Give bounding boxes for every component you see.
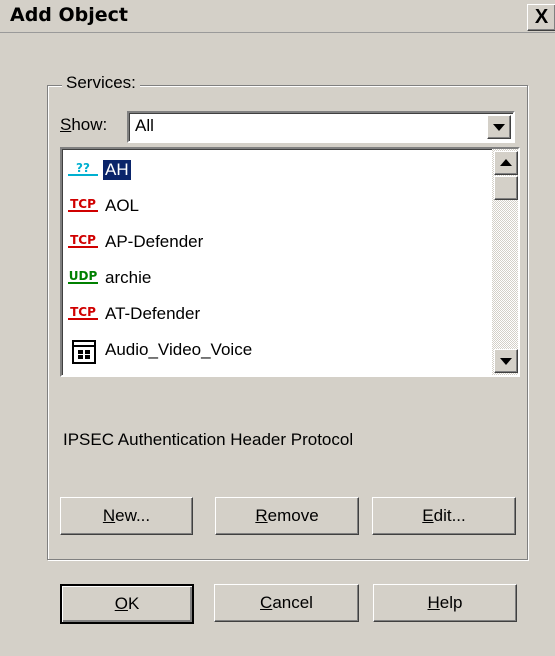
edit-button[interactable]: Edit... (372, 497, 516, 535)
services-list[interactable]: ?? AH TCP AOL TCP AP-Defender UDP archie… (60, 147, 520, 377)
dialog-title: Add Object (10, 4, 129, 26)
services-group-label: Services: (62, 73, 140, 93)
scroll-down-button[interactable] (494, 349, 518, 373)
service-description: IPSEC Authentication Header Protocol (63, 430, 354, 449)
ok-button-label: K (127, 594, 140, 613)
new-button-label: ew... (115, 506, 151, 525)
cancel-button-label: ancel (272, 593, 313, 612)
edit-button-label: dit... (433, 506, 466, 525)
list-item-label: Audio_Video_Voice (105, 340, 253, 359)
list-item[interactable]: TCP AOL (68, 192, 478, 222)
list-item[interactable]: ?? AH (68, 156, 478, 186)
title-bar: Add Object X (0, 0, 555, 33)
help-button-mnemonic: H (427, 593, 440, 612)
ok-button-mnemonic: O (114, 594, 128, 613)
close-button[interactable]: X (527, 4, 555, 31)
list-item-label: archie (105, 268, 152, 287)
list-item-label: AH (103, 160, 131, 180)
list-scrollbar[interactable] (492, 149, 518, 375)
list-item[interactable]: UDP archie (68, 264, 478, 294)
chevron-down-icon (493, 124, 505, 131)
new-button[interactable]: New... (60, 497, 193, 535)
show-dropdown[interactable]: All (127, 111, 515, 143)
add-object-dialog: Add Object X Services: Show: All ?? AH T… (0, 0, 555, 656)
scroll-thumb[interactable] (494, 176, 518, 200)
new-button-mnemonic: N (102, 506, 116, 525)
show-label: Show: (60, 115, 107, 135)
arrow-down-icon (500, 358, 512, 365)
scroll-up-button[interactable] (494, 151, 518, 175)
list-item[interactable]: TCP AT-Defender (68, 300, 478, 330)
list-item-label: AP-Defender (105, 232, 204, 251)
cancel-button-mnemonic: C (260, 593, 273, 612)
help-button[interactable]: Help (373, 584, 517, 622)
arrow-up-icon (500, 159, 512, 166)
list-item-label: AOL (105, 196, 140, 215)
show-dropdown-button[interactable] (487, 115, 511, 139)
udp-protocol-icon: UDP (68, 269, 98, 284)
ok-button[interactable]: OK (60, 584, 194, 624)
list-item[interactable]: Audio_Video_Voice (68, 336, 478, 366)
show-label-rest: how: (71, 115, 108, 134)
remove-button-label: emove (267, 506, 319, 525)
show-dropdown-value: All (135, 116, 154, 135)
tcp-protocol-icon: TCP (68, 306, 98, 320)
unknown-protocol-icon: ?? (68, 162, 98, 176)
close-icon: X (534, 6, 549, 28)
tcp-protocol-icon: TCP (68, 234, 98, 248)
edit-button-mnemonic: E (422, 506, 434, 525)
remove-button-mnemonic: R (255, 506, 268, 525)
show-label-mnemonic: S (60, 115, 72, 134)
list-item[interactable]: TCP AP-Defender (68, 228, 478, 258)
tcp-protocol-icon: TCP (68, 198, 98, 212)
help-button-label: elp (439, 593, 463, 612)
list-item-label: AT-Defender (105, 304, 201, 323)
service-group-icon (72, 340, 96, 364)
cancel-button[interactable]: Cancel (214, 584, 359, 622)
remove-button[interactable]: Remove (215, 497, 359, 535)
